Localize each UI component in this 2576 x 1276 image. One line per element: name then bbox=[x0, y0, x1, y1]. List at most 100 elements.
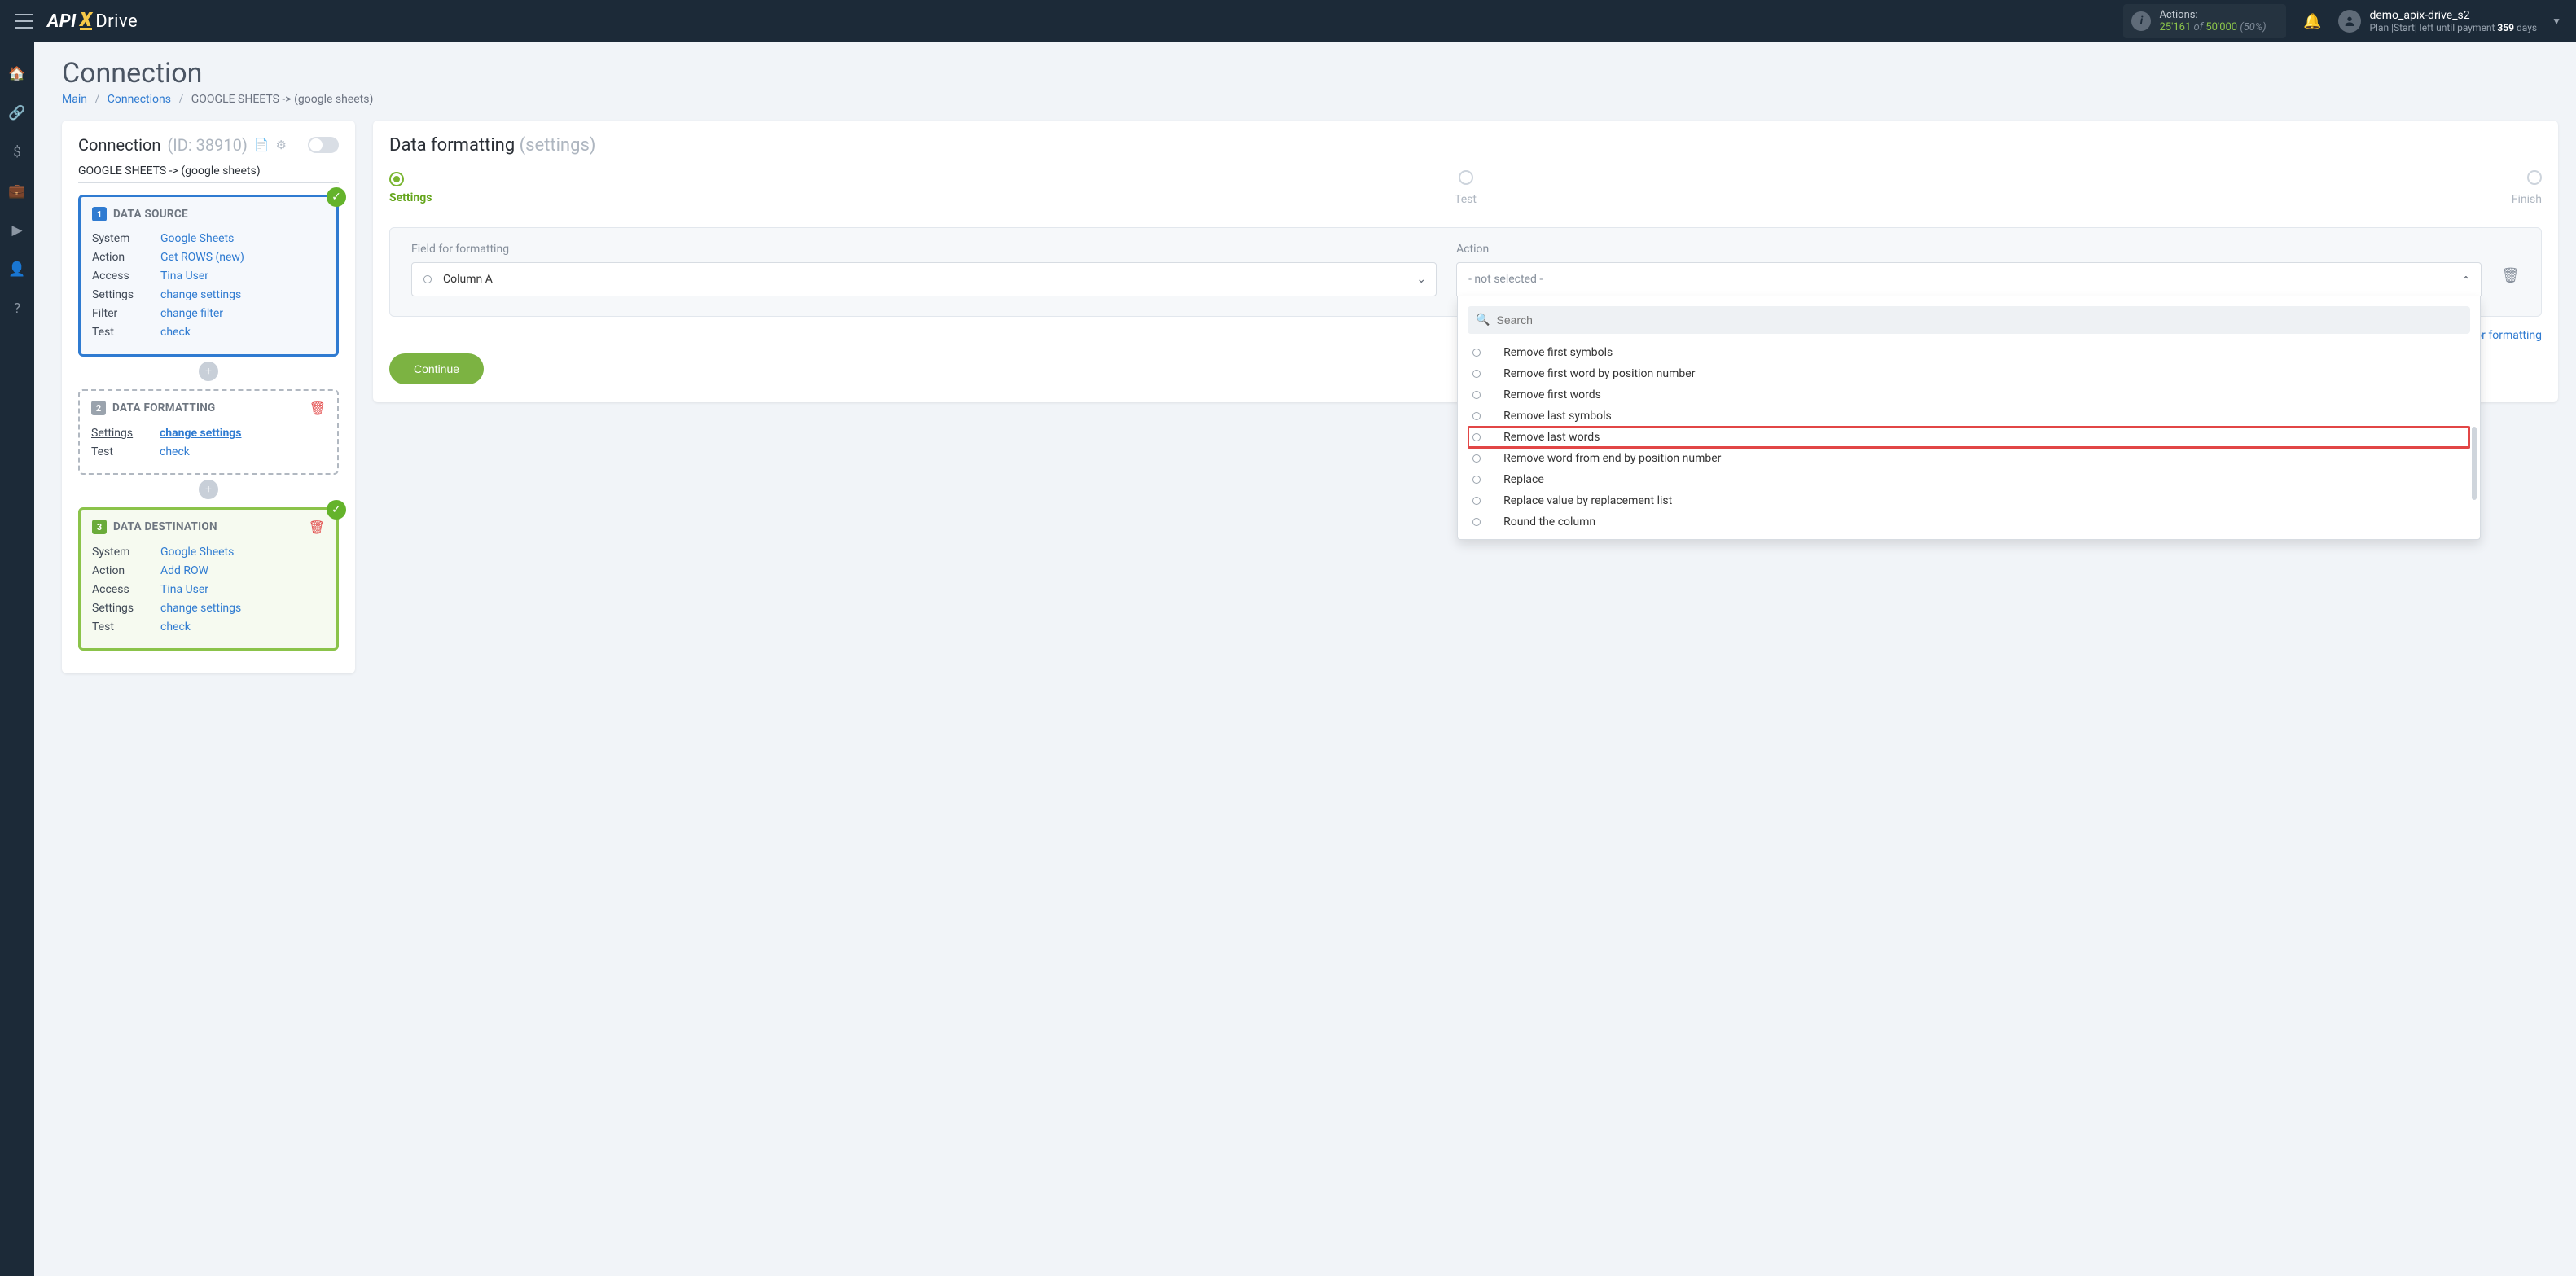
check-icon: ✓ bbox=[327, 187, 346, 207]
dropdown-option-label: Remove first words bbox=[1503, 388, 1601, 401]
kv-key: Filter bbox=[92, 305, 147, 323]
kv-link[interactable]: change filter bbox=[160, 307, 223, 320]
radio-icon bbox=[1472, 412, 1481, 420]
block-data-source[interactable]: ✓ 1 DATA SOURCE SystemGoogle SheetsActio… bbox=[78, 195, 339, 357]
add-block-button[interactable]: + bbox=[199, 362, 218, 381]
youtube-icon[interactable]: ▶ bbox=[0, 213, 34, 248]
connection-title: Connection bbox=[78, 135, 160, 155]
trash-icon[interactable]: 🗑 bbox=[2501, 267, 2520, 284]
dropdown-option[interactable]: Remove last words bbox=[1468, 427, 2470, 448]
actions-of: of bbox=[2194, 21, 2204, 33]
settings-box: Field for formatting Column A ⌄ Action -… bbox=[389, 227, 2542, 317]
kv-link[interactable]: change settings bbox=[160, 288, 241, 301]
breadcrumb-main[interactable]: Main bbox=[62, 93, 87, 106]
step-finish[interactable]: Finish bbox=[1824, 170, 2542, 206]
dropdown-option[interactable]: Remove last symbols bbox=[1468, 406, 2470, 427]
dropdown-search[interactable]: 🔍 bbox=[1468, 306, 2470, 334]
dropdown-search-input[interactable] bbox=[1497, 314, 2463, 327]
dropdown-option[interactable]: Remove first words bbox=[1468, 384, 2470, 406]
chevron-down-icon[interactable]: ▼ bbox=[2552, 15, 2561, 27]
scrollbar-thumb[interactable] bbox=[2472, 427, 2477, 500]
check-icon: ✓ bbox=[327, 500, 346, 520]
user-icon[interactable]: 👤 bbox=[0, 252, 34, 287]
block-data-destination[interactable]: ✓ 3 DATA DESTINATION 🗑 SystemGoogle Shee… bbox=[78, 507, 339, 651]
hamburger-menu[interactable] bbox=[15, 14, 33, 29]
kv-row: Testcheck bbox=[91, 443, 326, 462]
kv-value: Tina User bbox=[160, 581, 208, 599]
dropdown-option-label: Remove last words bbox=[1503, 431, 1600, 444]
notifications-icon[interactable]: 🔔 bbox=[2301, 13, 2324, 30]
connection-name[interactable]: GOOGLE SHEETS -> (google sheets) bbox=[78, 158, 339, 183]
block-title-format: DATA FORMATTING bbox=[112, 401, 216, 414]
step-number-1: 1 bbox=[92, 207, 107, 221]
kv-link[interactable]: Google Sheets bbox=[160, 232, 234, 245]
add-block-button[interactable]: + bbox=[199, 480, 218, 499]
radio-icon bbox=[1472, 497, 1481, 505]
kv-link[interactable]: change settings bbox=[160, 427, 241, 440]
dropdown-option[interactable]: Replace value by replacement list bbox=[1468, 490, 2470, 511]
kv-value: Google Sheets bbox=[160, 230, 234, 248]
kv-value: change settings bbox=[160, 424, 241, 443]
kv-row: SystemGoogle Sheets bbox=[92, 543, 325, 562]
field-group: Field for formatting Column A ⌄ bbox=[411, 243, 1437, 296]
stepper: SettingsTestFinish bbox=[389, 170, 2542, 206]
sitemap-icon[interactable]: 🔗 bbox=[0, 96, 34, 130]
action-label: Action bbox=[1456, 243, 2482, 256]
kv-link[interactable]: check bbox=[160, 445, 190, 458]
kv-link[interactable]: Google Sheets bbox=[160, 546, 234, 559]
plan-suffix: days bbox=[2514, 22, 2537, 33]
actions-pct: (50%) bbox=[2240, 21, 2266, 33]
trash-icon[interactable]: 🗑 bbox=[309, 401, 326, 416]
kv-link[interactable]: check bbox=[160, 620, 191, 634]
actions-usage-box[interactable]: i Actions: 25'161 of 50'000 (50%) bbox=[2123, 4, 2286, 38]
copy-icon[interactable]: 📄 bbox=[254, 138, 270, 152]
continue-button[interactable]: Continue bbox=[389, 353, 484, 384]
dropdown-option[interactable]: Remove word from end by position number bbox=[1468, 448, 2470, 469]
dropdown-option[interactable]: Round the column bbox=[1468, 511, 2470, 533]
radio-icon bbox=[1472, 518, 1481, 526]
gear-icon[interactable]: ⚙ bbox=[276, 138, 287, 152]
action-dropdown: 🔍 Remove first symbolsRemove first word … bbox=[1457, 296, 2481, 540]
avatar-icon bbox=[2338, 10, 2361, 33]
action-select[interactable]: - not selected - ⌄ 🔍 Remove first symbol… bbox=[1456, 262, 2482, 296]
step-settings[interactable]: Settings bbox=[389, 170, 1107, 206]
trash-icon[interactable]: 🗑 bbox=[309, 520, 325, 535]
kv-row: AccessTina User bbox=[92, 267, 325, 286]
kv-link[interactable]: check bbox=[160, 326, 191, 339]
help-icon[interactable]: ? bbox=[0, 292, 34, 326]
breadcrumb: Main / Connections / GOOGLE SHEETS -> (g… bbox=[62, 93, 2558, 106]
radio-icon bbox=[1472, 476, 1481, 484]
radio-icon bbox=[1472, 433, 1481, 441]
briefcase-icon[interactable]: 💼 bbox=[0, 174, 34, 208]
side-nav: 🏠 🔗 $ 💼 ▶ 👤? bbox=[0, 42, 34, 1276]
kv-link[interactable]: change settings bbox=[160, 602, 241, 615]
logo-text-api: API bbox=[47, 11, 77, 32]
kv-link[interactable]: Get ROWS (new) bbox=[160, 251, 244, 264]
kv-key: Test bbox=[92, 618, 147, 637]
kv-row: Testcheck bbox=[92, 323, 325, 342]
dollar-icon[interactable]: $ bbox=[0, 135, 34, 169]
logo[interactable]: API X Drive bbox=[47, 11, 138, 32]
breadcrumb-connections[interactable]: Connections bbox=[108, 93, 171, 106]
kv-value: Google Sheets bbox=[160, 543, 234, 562]
step-number-2: 2 bbox=[91, 401, 106, 415]
step-test[interactable]: Test bbox=[1107, 170, 1824, 206]
dropdown-option[interactable]: Remove first word by position number bbox=[1468, 363, 2470, 384]
connection-toggle[interactable] bbox=[308, 137, 339, 153]
kv-row: Settingschange settings bbox=[92, 599, 325, 618]
kv-link[interactable]: Tina User bbox=[160, 270, 208, 283]
kv-link[interactable]: Add ROW bbox=[160, 564, 208, 577]
step-label: Test bbox=[1107, 193, 1824, 206]
field-select[interactable]: Column A ⌄ bbox=[411, 262, 1437, 296]
kv-key: Settings bbox=[92, 286, 147, 305]
kv-link[interactable]: Tina User bbox=[160, 583, 208, 596]
home-icon[interactable]: 🏠 bbox=[0, 57, 34, 91]
dropdown-option[interactable]: Replace bbox=[1468, 469, 2470, 490]
chevron-up-icon: ⌄ bbox=[2461, 273, 2471, 286]
block-data-formatting[interactable]: 2 DATA FORMATTING 🗑 Settingschange setti… bbox=[78, 389, 339, 475]
user-menu[interactable]: demo_apix-drive_s2 Plan |Start| left unt… bbox=[2338, 9, 2537, 33]
search-icon: 🔍 bbox=[1476, 314, 1490, 327]
dropdown-option[interactable]: Remove first symbols bbox=[1468, 342, 2470, 363]
dropdown-option-label: Replace bbox=[1503, 473, 1544, 486]
step-dot bbox=[2527, 170, 2542, 185]
